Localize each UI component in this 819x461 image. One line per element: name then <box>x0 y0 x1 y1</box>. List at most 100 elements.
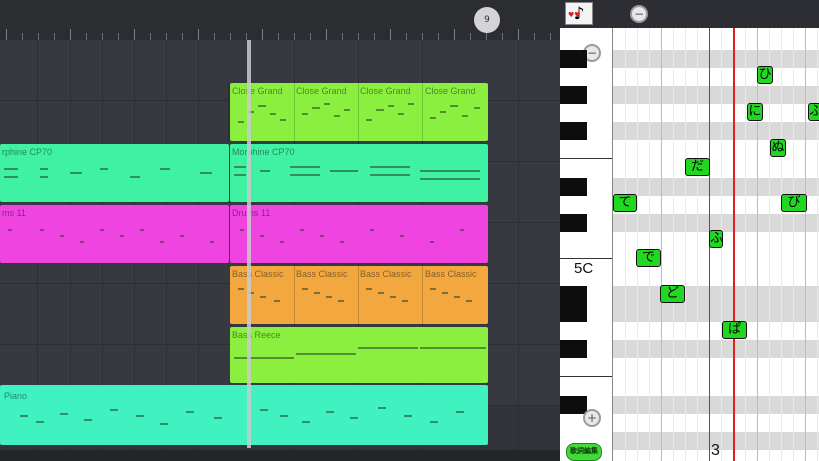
black-key[interactable] <box>560 122 587 140</box>
ruler-tick <box>326 29 327 40</box>
ruler-tick <box>358 33 359 40</box>
beat-line <box>661 28 662 461</box>
key-divider <box>560 258 612 259</box>
ruler-tick <box>470 33 471 40</box>
piano-keyboard[interactable]: − 5C + <box>560 28 613 461</box>
note-grid[interactable]: 3 3 ひ に ぶ ぬ だ て び ふ で ど ぱ <box>613 28 819 461</box>
piano-roll-playhead[interactable] <box>733 28 735 461</box>
beat-line <box>745 28 746 461</box>
grid-row <box>613 396 819 414</box>
clip-piano[interactable]: Piano <box>0 385 488 445</box>
beat-line <box>697 28 698 461</box>
clip-label: Bass Classic <box>296 269 348 279</box>
octave-label: 5C <box>574 260 594 277</box>
ruler-tick <box>6 29 7 40</box>
ruler-tick <box>342 33 343 40</box>
ruler-tick <box>502 33 503 40</box>
clip-label: Close Grand <box>232 86 283 96</box>
black-key[interactable] <box>560 178 587 196</box>
key-divider <box>560 158 612 159</box>
ruler-tick <box>102 33 103 40</box>
black-key[interactable] <box>560 214 587 232</box>
lyric-note[interactable]: に <box>747 103 763 121</box>
ruler-tick <box>518 29 519 40</box>
ruler-tick <box>310 33 311 40</box>
black-key[interactable] <box>560 340 587 358</box>
bar-marker[interactable]: 9 <box>474 7 500 33</box>
beat-line <box>793 28 794 461</box>
grid-row <box>613 340 819 358</box>
clip-bass-classic[interactable]: Bass Classic Bass Classic Bass Classic B… <box>230 266 488 324</box>
black-key[interactable] <box>560 286 587 304</box>
clip-label: Piano <box>4 391 28 401</box>
lyric-note[interactable]: ぬ <box>770 139 786 157</box>
ruler-tick <box>166 33 167 40</box>
ruler-tick <box>54 33 55 40</box>
ruler-tick <box>86 33 87 40</box>
ruler-tick <box>70 29 71 40</box>
lyric-note[interactable]: て <box>613 194 637 212</box>
clip-label: Close Grand <box>425 86 476 96</box>
clip-label: Bass Reece <box>232 330 281 340</box>
ruler-tick <box>214 33 215 40</box>
ruler-tick <box>262 29 263 40</box>
grid-row <box>613 286 819 304</box>
clip-drums-11[interactable]: ms 11 <box>0 205 229 263</box>
beat-line <box>685 28 686 461</box>
black-key[interactable] <box>560 86 587 104</box>
lyric-note[interactable]: だ <box>685 158 710 176</box>
ruler-tick <box>390 29 391 40</box>
lyric-note[interactable]: で <box>636 249 661 267</box>
timeline-ruler[interactable]: 9 <box>0 0 560 41</box>
lyric-note[interactable]: び <box>781 194 807 212</box>
ruler-tick <box>198 29 199 40</box>
ruler-tick <box>182 33 183 40</box>
clip-label: Drums 11 <box>232 208 271 218</box>
clip-label: Bass Classic <box>425 269 477 279</box>
lyric-note[interactable]: ひ <box>757 66 773 84</box>
ruler-tick <box>550 33 551 40</box>
lyric-note[interactable]: ぶ <box>808 103 819 121</box>
grid-row <box>613 50 819 68</box>
clip-label: Bass Classic <box>360 269 412 279</box>
clip-label: Close Grand <box>360 86 411 96</box>
ruler-tick <box>454 29 455 40</box>
clip-morphine-cp70[interactable]: Morphine CP70 <box>230 144 488 202</box>
clip-label: Bass Classic <box>232 269 284 279</box>
arranger-scrollbar[interactable] <box>0 450 560 461</box>
clip-label: ms 11 <box>2 208 26 218</box>
ruler-tick <box>230 33 231 40</box>
grid-row <box>613 304 819 322</box>
ruler-tick <box>534 33 535 40</box>
ruler-tick <box>150 33 151 40</box>
ruler-tick <box>438 33 439 40</box>
lyric-edit-button[interactable]: 歌詞編集 <box>566 443 602 461</box>
piano-roll[interactable]: ♥♥♪ − − 5C + 3 3 ひ に ぶ ぬ だ て び ふ で ど ぱ 歌… <box>560 0 819 461</box>
clip-drums-11[interactable]: Drums 11 <box>230 205 488 263</box>
ruler-tick <box>278 33 279 40</box>
music-note-icon[interactable]: ♥♥ ♪ <box>565 2 593 25</box>
clip-morphine-cp70[interactable]: rphine CP70 <box>0 144 229 202</box>
arranger-playhead[interactable] <box>247 40 251 448</box>
ruler-tick <box>246 33 247 40</box>
ruler-tick <box>134 29 135 40</box>
grid-row <box>613 86 819 104</box>
beat-line <box>673 28 674 461</box>
ruler-tick <box>486 33 487 40</box>
clip-bass-reece[interactable]: Bass Reece <box>230 327 488 383</box>
clip-close-grand[interactable]: Close Grand Close Grand Close Grand Clos… <box>230 83 488 141</box>
lyric-note[interactable]: ふ <box>709 230 723 248</box>
clip-label: Morphine CP70 <box>232 147 295 157</box>
ruler-tick <box>294 33 295 40</box>
arrangement-view[interactable]: 9 Close Grand Close Grand Close Grand Cl… <box>0 0 560 461</box>
lyric-note[interactable]: ぱ <box>722 321 747 339</box>
black-key[interactable] <box>560 396 587 414</box>
black-key[interactable] <box>560 50 587 68</box>
zoom-out-icon[interactable]: − <box>630 5 648 23</box>
ruler-tick <box>374 33 375 40</box>
ruler-tick <box>22 33 23 40</box>
beat-line <box>625 28 626 461</box>
zoom-in-icon[interactable]: + <box>583 409 601 427</box>
lyric-note[interactable]: ど <box>660 285 685 303</box>
black-key[interactable] <box>560 304 587 322</box>
